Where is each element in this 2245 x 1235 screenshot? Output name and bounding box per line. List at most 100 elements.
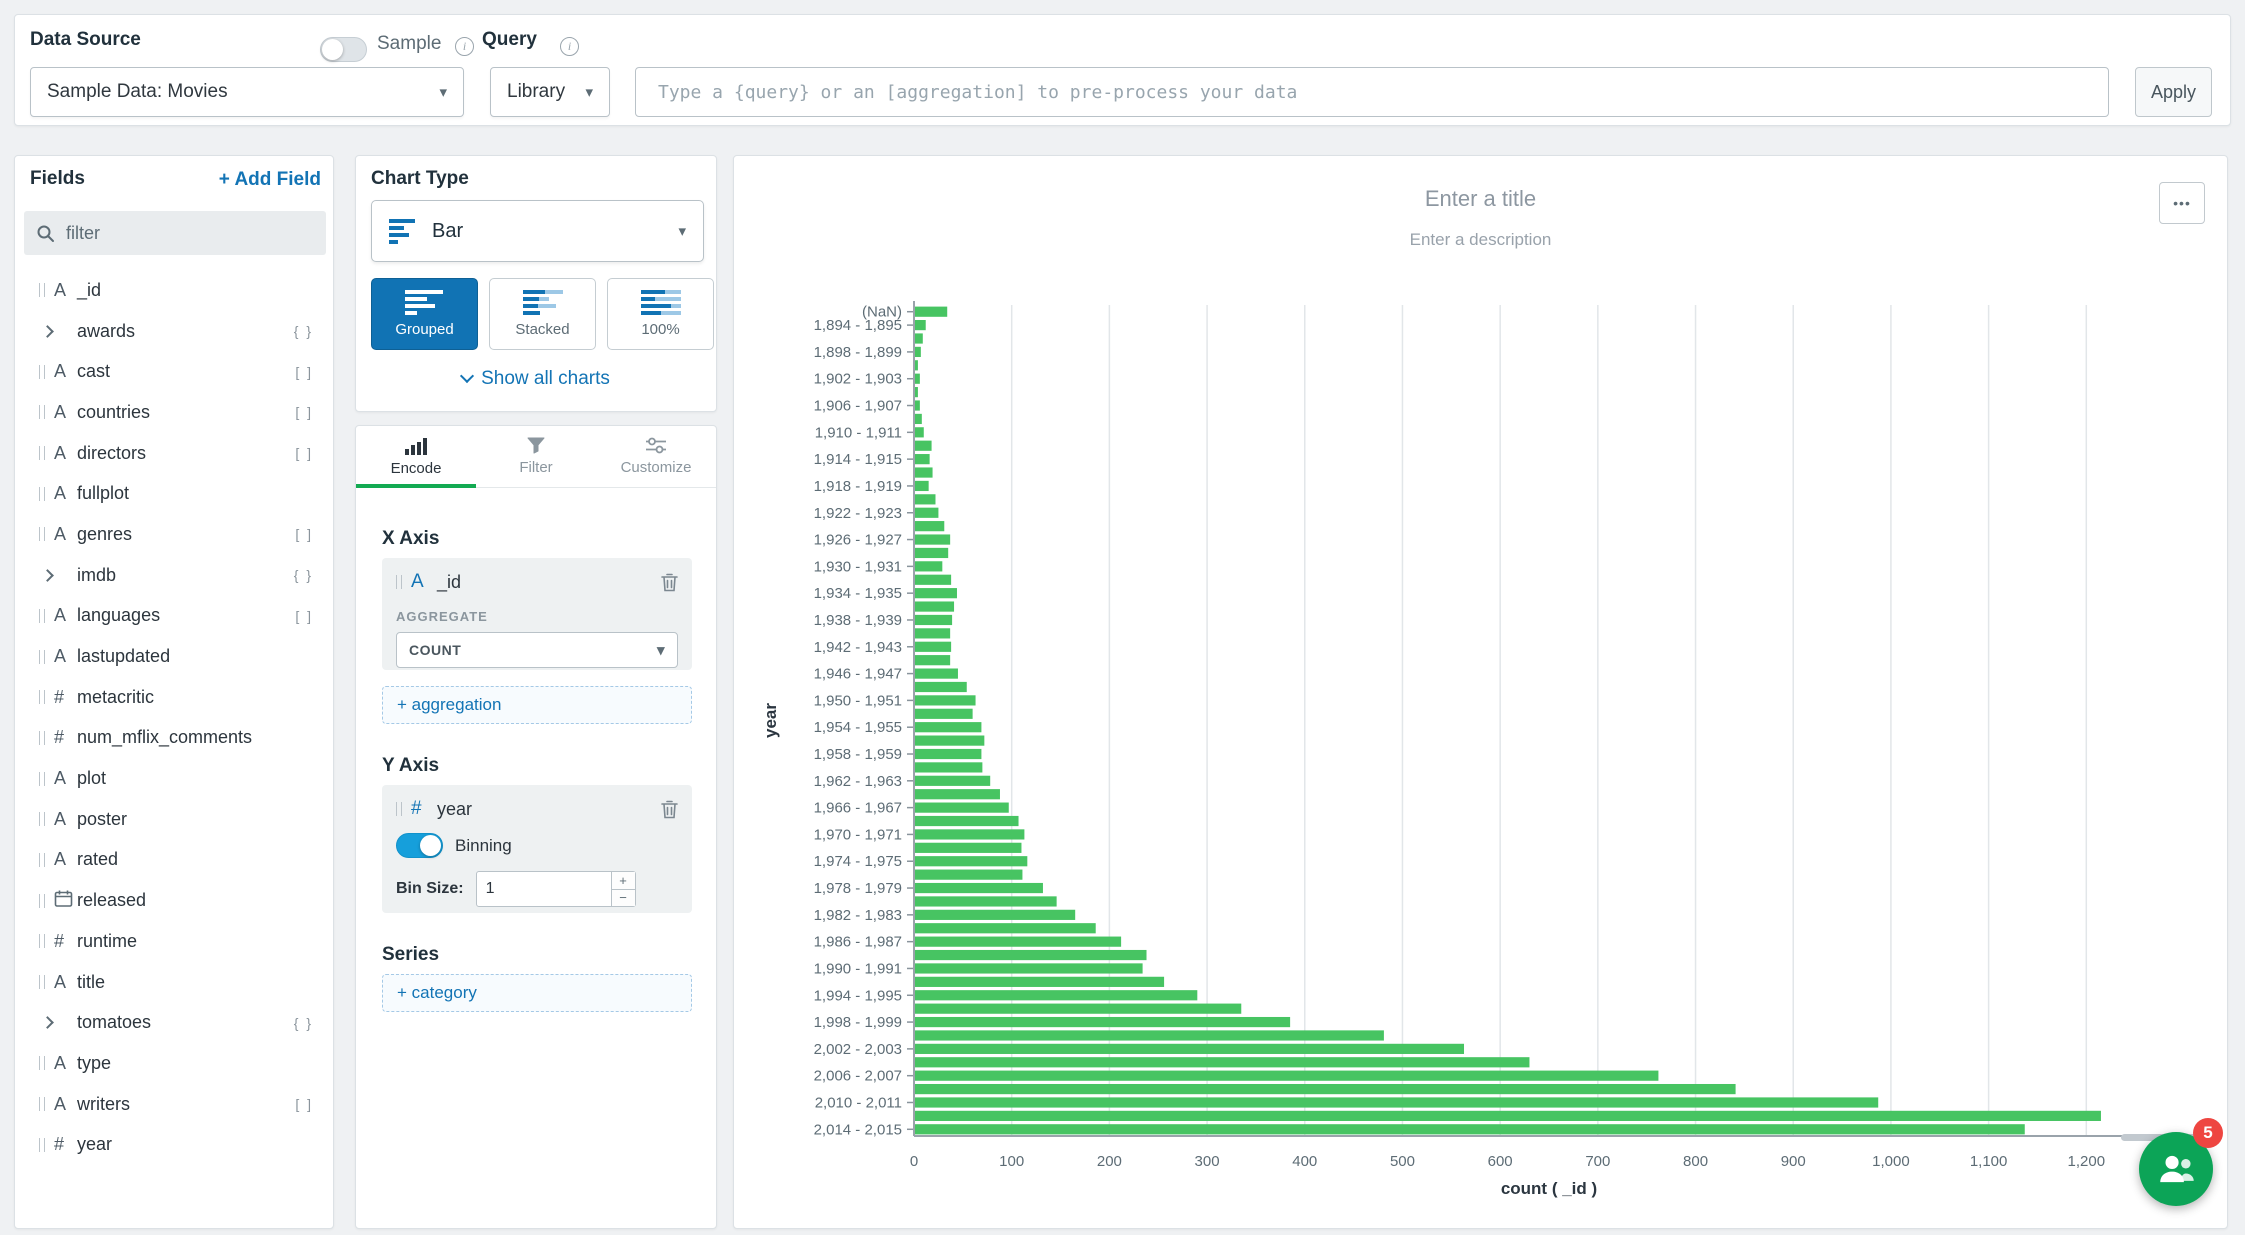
svg-text:1,200: 1,200 [2068,1153,2106,1170]
bar [914,1057,1529,1067]
tab-filter[interactable]: Filter [476,426,596,487]
field-row-tomatoes[interactable]: tomatoes{ } [15,1002,333,1043]
chart-subtypes: Grouped Stacked 100% [371,278,714,350]
binning-toggle[interactable] [396,833,443,858]
bin-size-input[interactable]: + − [476,871,636,907]
aggregate-select[interactable]: COUNT ▾ [396,632,678,668]
show-all-charts-link[interactable]: Show all charts [356,368,716,390]
drag-handle[interactable] [396,575,402,589]
subtype-100-button[interactable]: 100% [607,278,714,350]
tab-encode[interactable]: Encode [356,426,476,487]
field-row-_id[interactable]: A_id [15,270,333,311]
field-row-fullplot[interactable]: Afullplot [15,473,333,514]
chart-type-panel: Chart Type Bar ▾ Grouped Stacked 100% Sh… [355,155,717,412]
add-category-button[interactable]: + category [382,974,692,1012]
field-row-genres[interactable]: Agenres[ ] [15,514,333,555]
field-row-runtime[interactable]: #runtime [15,921,333,962]
field-row-type[interactable]: Atype [15,1043,333,1084]
grouped-bars-icon [405,290,445,316]
bar [914,722,981,732]
add-field-button[interactable]: + Add Field [219,169,321,191]
field-row-rated[interactable]: Arated [15,840,333,881]
drag-handle [39,650,45,664]
field-name: type [77,1053,111,1074]
subtype-grouped-button[interactable]: Grouped [371,278,478,350]
field-name: writers [77,1094,130,1115]
add-aggregation-button[interactable]: + aggregation [382,686,692,724]
bin-size-decrement-button[interactable]: − [612,890,635,907]
field-row-year[interactable]: #year [15,1124,333,1165]
field-name: countries [77,402,150,423]
trash-icon[interactable] [661,573,678,592]
bar [914,307,947,317]
drag-handle[interactable] [396,802,402,816]
field-row-num_mflix_comments[interactable]: #num_mflix_comments [15,718,333,759]
svg-text:1,990 - 1,991: 1,990 - 1,991 [814,960,902,977]
field-name: runtime [77,931,137,952]
field-row-plot[interactable]: Aplot [15,758,333,799]
number-type-icon: # [411,798,437,820]
field-row-directors[interactable]: Adirectors[ ] [15,433,333,474]
chart-preview-panel: Enter a title Enter a description ••• 01… [733,155,2228,1229]
bar [914,454,930,464]
bar [914,333,923,343]
field-row-awards[interactable]: awards{ } [15,311,333,352]
field-row-cast[interactable]: Acast[ ] [15,351,333,392]
field-row-poster[interactable]: Aposter [15,799,333,840]
bar-chart: 01002003004005006007008009001,0001,1001,… [734,156,2227,1228]
drag-handle [39,446,45,460]
bar [914,1084,1736,1094]
field-row-lastupdated[interactable]: Alastupdated [15,636,333,677]
sample-toggle[interactable] [320,37,367,62]
bar [914,655,950,665]
chart-type-select[interactable]: Bar ▾ [371,200,704,262]
chevron-down-icon: ▾ [439,83,447,101]
field-filter-input[interactable] [64,222,314,245]
chevron-right-icon[interactable] [41,1016,54,1029]
svg-text:1,898 - 1,899: 1,898 - 1,899 [814,344,902,361]
string-type-icon: A [54,809,77,830]
sample-info-icon[interactable]: i [455,37,474,56]
bar [914,682,967,692]
svg-text:1,978 - 1,979: 1,978 - 1,979 [814,880,902,897]
subtype-stacked-button[interactable]: Stacked [489,278,596,350]
data-source-select[interactable]: Sample Data: Movies ▾ [30,67,464,117]
svg-text:700: 700 [1585,1153,1610,1170]
field-row-released[interactable]: released [15,880,333,921]
trash-icon[interactable] [661,800,678,819]
drag-handle [39,772,45,786]
bar [914,508,938,518]
number-type-icon: # [54,727,77,748]
library-select[interactable]: Library ▾ [490,67,610,117]
field-name: year [77,1134,112,1155]
people-chat-icon [2155,1148,2197,1190]
bin-size-increment-button[interactable]: + [612,872,635,890]
field-row-languages[interactable]: Alanguages[ ] [15,596,333,637]
encode-bars-icon [405,437,427,455]
field-name: imdb [77,565,116,586]
query-info-icon[interactable]: i [560,37,579,56]
field-row-writers[interactable]: Awriters[ ] [15,1084,333,1125]
string-type-icon: A [54,1053,77,1074]
field-type-badge: [ ] [295,404,313,420]
chevron-right-icon[interactable] [41,569,54,582]
svg-text:1,946 - 1,947: 1,946 - 1,947 [814,666,902,683]
bar [914,1097,1878,1107]
percent-bars-icon [641,290,681,316]
bar [914,347,921,357]
bar [914,789,1000,799]
field-name: metacritic [77,687,154,708]
query-input[interactable] [635,67,2109,117]
x-axis-field-card: A _id AGGREGATE COUNT ▾ [382,558,692,670]
field-row-countries[interactable]: Acountries[ ] [15,392,333,433]
field-search-box[interactable] [24,211,326,255]
field-name: languages [77,605,160,626]
tab-customize[interactable]: Customize [596,426,716,487]
field-row-title[interactable]: Atitle [15,962,333,1003]
field-row-metacritic[interactable]: #metacritic [15,677,333,718]
field-row-imdb[interactable]: imdb{ } [15,555,333,596]
chevron-right-icon[interactable] [41,325,54,338]
field-name: genres [77,524,132,545]
apply-button[interactable]: Apply [2135,67,2212,117]
bin-size-field[interactable] [477,872,597,906]
